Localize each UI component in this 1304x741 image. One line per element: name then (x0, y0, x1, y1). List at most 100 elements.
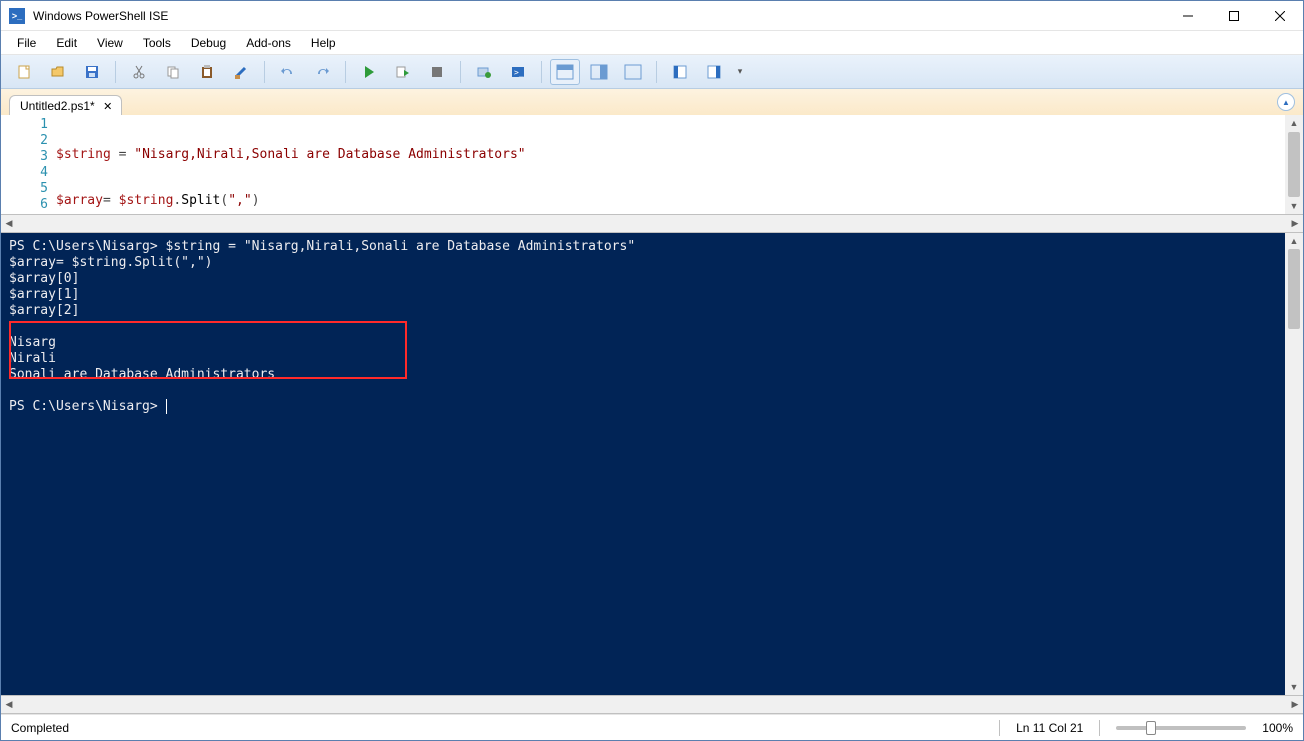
stop-button[interactable] (422, 59, 452, 85)
addon-pane-icon (706, 64, 722, 80)
copy-icon (165, 64, 181, 80)
minimize-button[interactable] (1165, 1, 1211, 31)
menu-tools[interactable]: Tools (133, 33, 181, 53)
code-editor[interactable]: $string = "Nisarg,Nirali,Sonali are Data… (56, 115, 1285, 214)
show-script-max-button[interactable] (618, 59, 648, 85)
start-powershell-button[interactable]: >_ (503, 59, 533, 85)
scrollbar-track[interactable] (17, 696, 1287, 713)
cursor-position: Ln 11 Col 21 (1016, 721, 1083, 735)
token-string: "," (228, 193, 251, 208)
scroll-up-button[interactable]: ▲ (1285, 115, 1303, 131)
command-pane-icon (672, 64, 688, 80)
scroll-left-button[interactable]: ◀ (1, 696, 17, 713)
maximize-button[interactable] (1211, 1, 1257, 31)
open-folder-icon (50, 64, 66, 80)
toolbar-separator (656, 61, 657, 83)
clear-button[interactable] (226, 59, 256, 85)
close-icon (1275, 11, 1285, 21)
show-command-addon-button[interactable] (699, 59, 729, 85)
svg-text:>_: >_ (514, 68, 524, 77)
stop-icon (429, 64, 445, 80)
token-variable: $string (119, 193, 174, 208)
run-selection-button[interactable] (388, 59, 418, 85)
console-output: Sonali are Database Administrators (9, 367, 275, 382)
run-selection-icon (395, 64, 411, 80)
script-horizontal-scrollbar[interactable]: ◀ ▶ (1, 215, 1303, 233)
token-variable: $array (56, 193, 103, 208)
console-line: $array[0] (9, 271, 79, 286)
zoom-slider-thumb[interactable] (1146, 721, 1156, 735)
status-separator (999, 720, 1000, 736)
token-method: Split (181, 193, 220, 208)
zoom-percent: 100% (1262, 721, 1293, 735)
console-horizontal-scrollbar[interactable]: ◀ ▶ (1, 696, 1303, 714)
toolbar-separator (460, 61, 461, 83)
collapse-script-pane-button[interactable]: ▲ (1277, 93, 1295, 111)
redo-icon (314, 64, 330, 80)
close-button[interactable] (1257, 1, 1303, 31)
chevron-up-icon: ▲ (1282, 98, 1290, 107)
script-pane[interactable]: 1 2 3 4 5 6 $string = "Nisarg,Nirali,Son… (1, 115, 1303, 215)
scrollbar-thumb[interactable] (1288, 249, 1300, 329)
status-separator (1099, 720, 1100, 736)
layout-max-icon (624, 64, 642, 80)
tab-untitled2[interactable]: Untitled2.ps1* ✕ (9, 95, 122, 116)
undo-button[interactable] (273, 59, 303, 85)
line-number: 2 (1, 133, 48, 149)
token-paren: ) (252, 193, 260, 208)
run-button[interactable] (354, 59, 384, 85)
zoom-slider[interactable] (1116, 726, 1246, 730)
toolbar-overflow-button[interactable]: ▾ (733, 59, 747, 85)
open-button[interactable] (43, 59, 73, 85)
script-vertical-scrollbar[interactable]: ▲ ▼ (1285, 115, 1303, 214)
save-icon (84, 64, 100, 80)
save-button[interactable] (77, 59, 107, 85)
scrollbar-track[interactable] (17, 215, 1287, 232)
scroll-down-button[interactable]: ▼ (1285, 679, 1303, 695)
scroll-right-button[interactable]: ▶ (1287, 215, 1303, 232)
console-output: Nisarg (9, 335, 56, 350)
token-string: "Nisarg,Nirali,Sonali are Database Admin… (134, 147, 525, 162)
statusbar: Completed Ln 11 Col 21 100% (1, 714, 1303, 740)
scroll-up-button[interactable]: ▲ (1285, 233, 1303, 249)
new-remote-tab-button[interactable] (469, 59, 499, 85)
new-button[interactable] (9, 59, 39, 85)
app-icon: >_ (9, 8, 25, 24)
status-text: Completed (11, 721, 983, 735)
tab-close-button[interactable]: ✕ (101, 99, 115, 113)
paste-button[interactable] (192, 59, 222, 85)
cut-button[interactable] (124, 59, 154, 85)
toolbar: >_ ▾ (1, 55, 1303, 89)
line-number: 1 (1, 117, 48, 133)
menubar: File Edit View Tools Debug Add-ons Help (1, 31, 1303, 55)
show-script-top-button[interactable] (550, 59, 580, 85)
console-line: $array[1] (9, 287, 79, 302)
show-script-right-button[interactable] (584, 59, 614, 85)
line-number-gutter: 1 2 3 4 5 6 (1, 115, 56, 214)
scroll-right-button[interactable]: ▶ (1287, 696, 1303, 713)
menu-debug[interactable]: Debug (181, 33, 236, 53)
console-pane[interactable]: PS C:\Users\Nisarg> $string = "Nisarg,Ni… (1, 233, 1285, 695)
menu-help[interactable]: Help (301, 33, 346, 53)
menu-edit[interactable]: Edit (46, 33, 87, 53)
scrollbar-thumb[interactable] (1288, 132, 1300, 197)
undo-icon (280, 64, 296, 80)
copy-button[interactable] (158, 59, 188, 85)
layout-top-icon (556, 64, 574, 80)
console-command: $string = "Nisarg,Nirali,Sonali are Data… (166, 239, 636, 254)
minimize-icon (1183, 11, 1193, 21)
line-number: 5 (1, 181, 48, 197)
scroll-down-button[interactable]: ▼ (1285, 198, 1303, 214)
console-vertical-scrollbar[interactable]: ▲ ▼ (1285, 233, 1303, 695)
redo-button[interactable] (307, 59, 337, 85)
play-icon (361, 64, 377, 80)
line-number: 4 (1, 165, 48, 181)
line-number: 3 (1, 149, 48, 165)
menu-file[interactable]: File (7, 33, 46, 53)
scrollbar-track[interactable] (1285, 249, 1303, 679)
menu-view[interactable]: View (87, 33, 133, 53)
token-variable: $string (56, 147, 119, 162)
show-command-button[interactable] (665, 59, 695, 85)
scroll-left-button[interactable]: ◀ (1, 215, 17, 232)
menu-addons[interactable]: Add-ons (236, 33, 301, 53)
